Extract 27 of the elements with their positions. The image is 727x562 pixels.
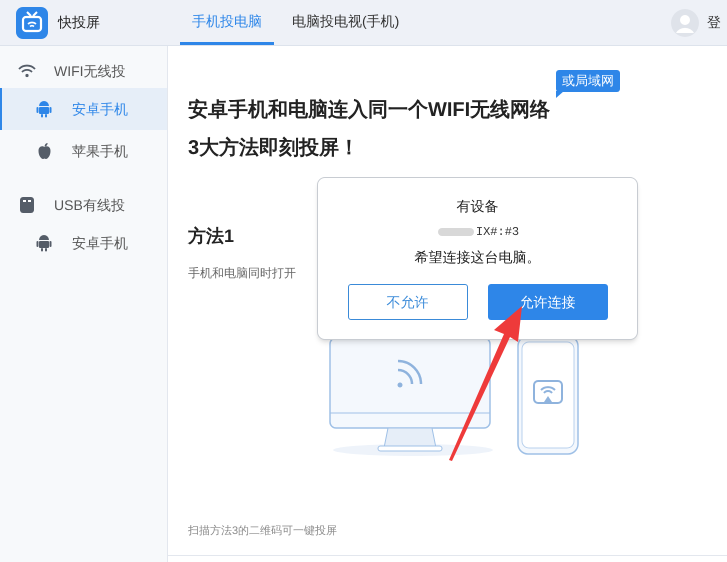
android-icon	[36, 234, 52, 252]
login-link[interactable]: 登	[707, 12, 721, 33]
app-title: 快投屏	[58, 13, 101, 32]
headline: 3大方法即刻投屏！	[188, 136, 360, 160]
nav-tab[interactable]: 电脑投电视(手机)	[280, 0, 412, 45]
apple-icon	[36, 142, 52, 160]
network-badge: 或局域网	[556, 70, 620, 92]
usb-icon	[19, 196, 35, 214]
method-title: 方法1	[188, 224, 234, 248]
blurred-name-icon	[436, 226, 476, 238]
badge-pointer-icon	[556, 90, 564, 98]
android-icon	[36, 100, 52, 118]
headline: 安卓手机和电脑连入同一个WIFI无线网络	[188, 98, 552, 122]
deny-button[interactable]: 不允许	[348, 284, 468, 320]
sidebar-item[interactable]: 安卓手机	[0, 222, 167, 264]
sidebar-group-label: USB有线投	[54, 196, 125, 214]
dialog-message: 希望连接这台电脑。	[414, 248, 540, 267]
avatar-icon[interactable]	[671, 8, 699, 36]
device-name: IX#:#3	[476, 224, 520, 241]
wifi-icon	[18, 64, 36, 78]
footer-note: 扫描方法3的二维码可一键投屏	[188, 524, 338, 538]
app-logo-icon	[16, 6, 48, 38]
method-text: 手机和电脑同时打开	[188, 264, 296, 282]
allow-button[interactable]: 允许连接	[488, 284, 608, 320]
dialog-message: 有设备	[456, 197, 498, 216]
sidebar-item[interactable]: 苹果手机	[0, 130, 167, 172]
sidebar-group-label: WIFI无线投	[54, 62, 126, 80]
